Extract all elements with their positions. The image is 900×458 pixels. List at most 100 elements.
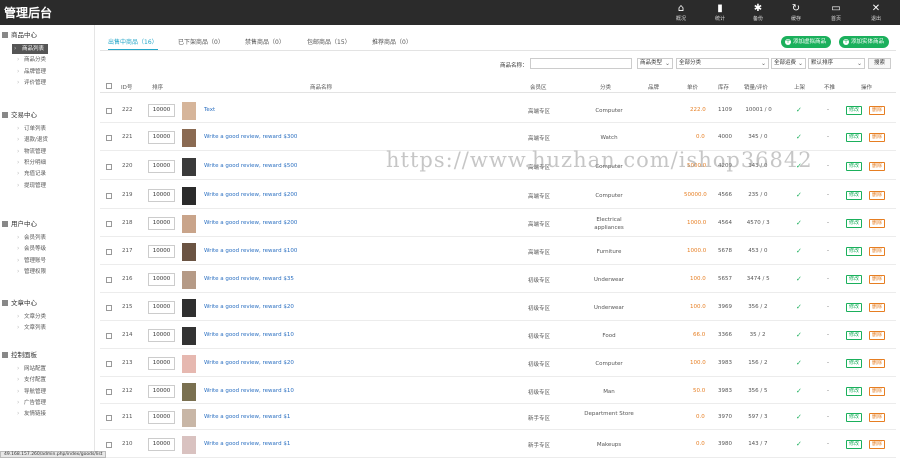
sort-input[interactable]: 10000 bbox=[148, 329, 175, 342]
listed-check-icon[interactable]: ✓ bbox=[796, 247, 802, 255]
row-checkbox[interactable] bbox=[106, 333, 112, 339]
delete-button[interactable]: 删除 bbox=[869, 359, 886, 368]
edit-button[interactable]: 修改 bbox=[846, 162, 863, 171]
row-checkbox[interactable] bbox=[106, 164, 112, 170]
tab-item[interactable]: 禁售商品（0） bbox=[245, 38, 285, 48]
product-title-link[interactable]: Write a good review, reward $200 bbox=[204, 192, 297, 198]
sort-input[interactable]: 10000 bbox=[148, 385, 175, 398]
listed-check-icon[interactable]: ✓ bbox=[796, 331, 802, 339]
delete-button[interactable]: 删除 bbox=[869, 106, 886, 115]
product-title-link[interactable]: Write a good review, reward $500 bbox=[204, 163, 297, 169]
delete-button[interactable]: 删除 bbox=[869, 162, 886, 171]
row-checkbox[interactable] bbox=[106, 415, 112, 421]
sidebar-item[interactable]: › 物流管理 bbox=[15, 147, 93, 157]
edit-button[interactable]: 修改 bbox=[846, 387, 863, 396]
tab-item[interactable]: 已下架商品（0） bbox=[178, 38, 224, 48]
delete-button[interactable]: 删除 bbox=[869, 387, 886, 396]
sidebar-section-title[interactable]: 用户中心 bbox=[2, 218, 37, 228]
edit-button[interactable]: 修改 bbox=[846, 303, 863, 312]
sidebar-item[interactable]: › 商品分类 bbox=[15, 55, 93, 65]
topnav-close-button[interactable]: ✕ 退出 bbox=[859, 0, 893, 25]
tab-item[interactable]: 出售中商品（16） bbox=[108, 38, 158, 50]
topnav-refresh-button[interactable]: ↻ 缓存 bbox=[779, 0, 813, 25]
sidebar-item[interactable]: › 文章分类 bbox=[15, 312, 93, 322]
row-checkbox[interactable] bbox=[106, 442, 112, 448]
listed-check-icon[interactable]: ✓ bbox=[796, 359, 802, 367]
sidebar-item[interactable]: › 退款/退货 bbox=[15, 135, 93, 145]
delete-button[interactable]: 删除 bbox=[869, 133, 886, 142]
edit-button[interactable]: 修改 bbox=[846, 247, 863, 256]
sort-input[interactable]: 10000 bbox=[148, 301, 175, 314]
sort-input[interactable]: 10000 bbox=[148, 160, 175, 173]
sort-input[interactable]: 10000 bbox=[148, 245, 175, 258]
row-checkbox[interactable] bbox=[106, 249, 112, 255]
sort-input[interactable]: 10000 bbox=[148, 357, 175, 370]
shipping-select[interactable]: 全部运费 ⌄ bbox=[771, 58, 806, 69]
sidebar-item[interactable]: › 文章列表 bbox=[15, 323, 93, 333]
sidebar-item[interactable]: › 评价管理 bbox=[15, 78, 93, 88]
edit-button[interactable]: 修改 bbox=[846, 359, 863, 368]
row-checkbox[interactable] bbox=[106, 361, 112, 367]
listed-check-icon[interactable]: ✓ bbox=[796, 133, 802, 141]
delete-button[interactable]: 删除 bbox=[869, 303, 886, 312]
sort-input[interactable]: 10000 bbox=[148, 189, 175, 202]
product-title-link[interactable]: Write a good review, reward $20 bbox=[204, 304, 294, 310]
product-title-link[interactable]: Write a good review, reward $300 bbox=[204, 134, 297, 140]
sidebar-section-title[interactable]: 文章中心 bbox=[2, 297, 37, 307]
add-virtual-product-button[interactable]: + 添加虚拟商品 bbox=[781, 36, 832, 48]
product-title-link[interactable]: Write a good review, reward $1 bbox=[204, 414, 290, 420]
topnav-home-button[interactable]: ⌂ 概况 bbox=[664, 0, 698, 25]
sidebar-section-title[interactable]: 控制面板 bbox=[2, 349, 37, 359]
edit-button[interactable]: 修改 bbox=[846, 440, 863, 449]
sidebar-item[interactable]: › 会员等级 bbox=[15, 244, 93, 254]
sidebar-item[interactable]: › 广告管理 bbox=[15, 398, 93, 408]
sort-input[interactable]: 10000 bbox=[148, 411, 175, 424]
topnav-monitor-button[interactable]: ▭ 首页 bbox=[819, 0, 853, 25]
search-button[interactable]: 搜索 bbox=[868, 58, 891, 69]
row-checkbox[interactable] bbox=[106, 135, 112, 141]
product-name-input[interactable] bbox=[530, 58, 632, 69]
delete-button[interactable]: 删除 bbox=[869, 440, 886, 449]
tab-item[interactable]: 推荐商品（0） bbox=[372, 38, 412, 48]
product-title-link[interactable]: Write a good review, reward $35 bbox=[204, 276, 294, 282]
sidebar-item[interactable]: › 会员列表 bbox=[15, 233, 93, 243]
product-title-link[interactable]: Write a good review, reward $10 bbox=[204, 332, 294, 338]
edit-button[interactable]: 修改 bbox=[846, 331, 863, 340]
product-title-link[interactable]: Write a good review, reward $1 bbox=[204, 441, 290, 447]
product-title-link[interactable]: Write a good review, reward $100 bbox=[204, 248, 297, 254]
product-title-link[interactable]: Write a good review, reward $20 bbox=[204, 360, 294, 366]
sort-input[interactable]: 10000 bbox=[148, 273, 175, 286]
sidebar-item[interactable]: › 支付配置 bbox=[15, 375, 93, 385]
sort-input[interactable]: 10000 bbox=[148, 217, 175, 230]
delete-button[interactable]: 删除 bbox=[869, 331, 886, 340]
add-physical-product-button[interactable]: + 添加实体商品 bbox=[839, 36, 890, 48]
edit-button[interactable]: 修改 bbox=[846, 191, 863, 200]
listed-check-icon[interactable]: ✓ bbox=[796, 191, 802, 199]
sidebar-item[interactable]: › 友情链接 bbox=[15, 409, 93, 419]
sidebar-section-title[interactable]: 交易中心 bbox=[2, 109, 37, 119]
row-checkbox[interactable] bbox=[106, 277, 112, 283]
edit-button[interactable]: 修改 bbox=[846, 413, 863, 422]
listed-check-icon[interactable]: ✓ bbox=[796, 106, 802, 114]
category-select[interactable]: 全部分类 ⌄ bbox=[676, 58, 769, 69]
sort-input[interactable]: 10000 bbox=[148, 131, 175, 144]
product-title-link[interactable]: Write a good review, reward $200 bbox=[204, 220, 297, 226]
product-title-link[interactable]: Text bbox=[204, 107, 215, 113]
row-checkbox[interactable] bbox=[106, 221, 112, 227]
sort-input[interactable]: 10000 bbox=[148, 104, 175, 117]
tab-item[interactable]: 包邮商品（15） bbox=[307, 38, 351, 48]
sidebar-item[interactable]: › 积分明细 bbox=[15, 158, 93, 168]
listed-check-icon[interactable]: ✓ bbox=[796, 387, 802, 395]
sidebar-item[interactable]: › 导航管理 bbox=[15, 387, 93, 397]
listed-check-icon[interactable]: ✓ bbox=[796, 413, 802, 421]
row-checkbox[interactable] bbox=[106, 108, 112, 114]
listed-check-icon[interactable]: ✓ bbox=[796, 440, 802, 448]
sidebar-item[interactable]: › 网站配置 bbox=[15, 364, 93, 374]
delete-button[interactable]: 删除 bbox=[869, 219, 886, 228]
row-checkbox[interactable] bbox=[106, 389, 112, 395]
delete-button[interactable]: 删除 bbox=[869, 413, 886, 422]
sidebar-item[interactable]: › 管理权限 bbox=[15, 267, 93, 277]
topnav-bar-chart-button[interactable]: ▮ 统计 bbox=[703, 0, 737, 25]
edit-button[interactable]: 修改 bbox=[846, 133, 863, 142]
row-checkbox[interactable] bbox=[106, 193, 112, 199]
